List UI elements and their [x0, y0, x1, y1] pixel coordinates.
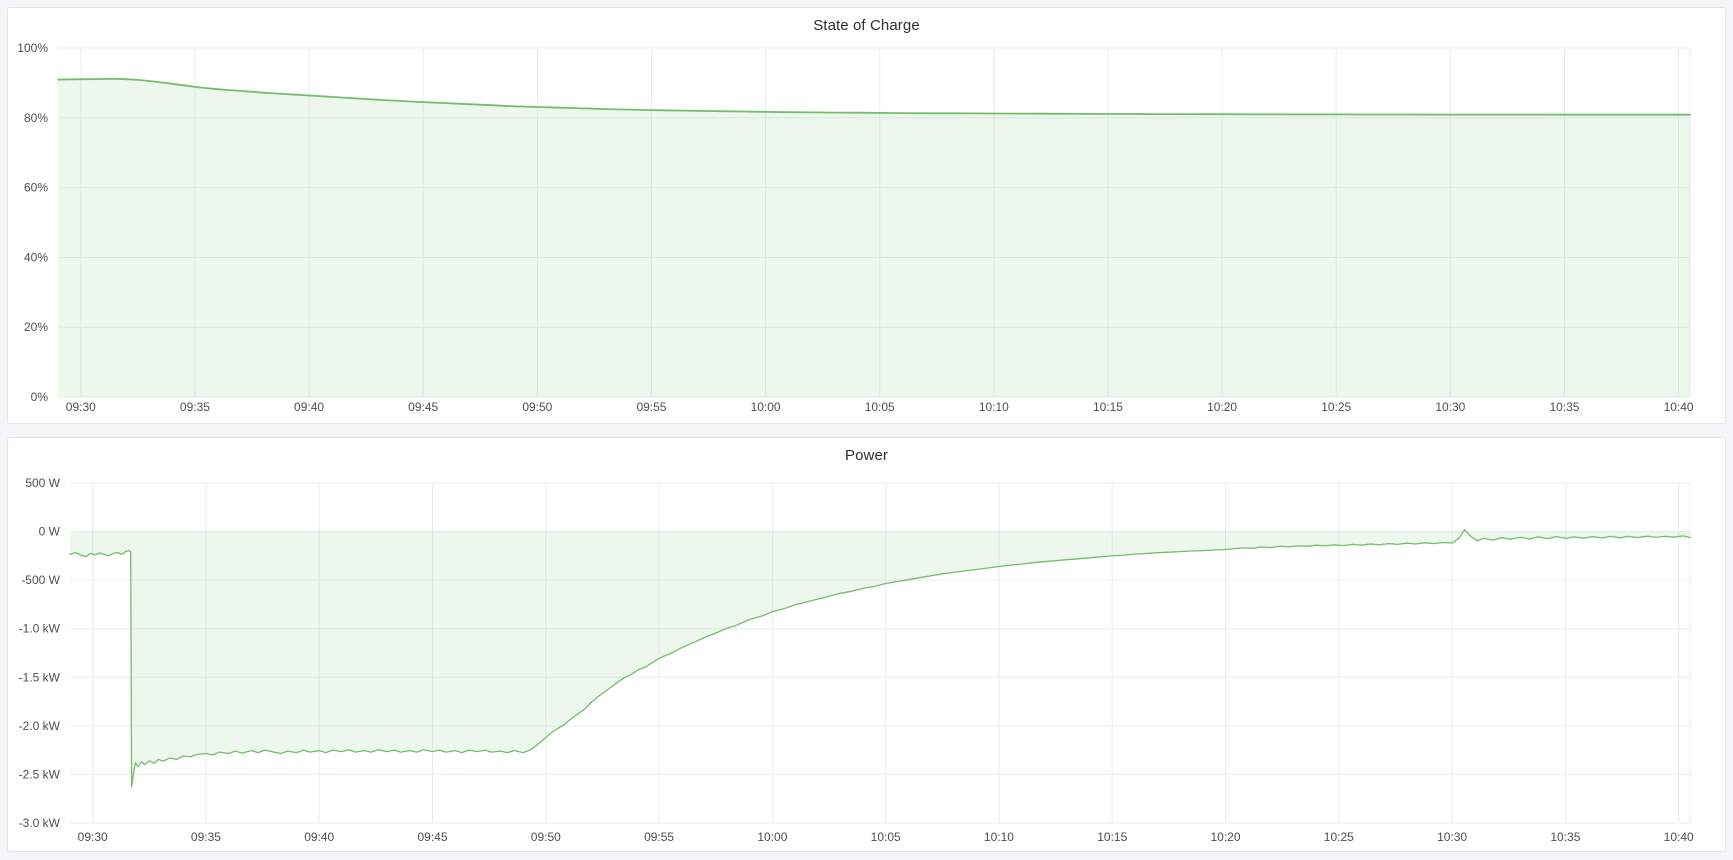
series-area-fill	[70, 530, 1690, 788]
y-axis-tick-label: -3.0 kW	[19, 816, 61, 830]
x-axis-tick-label: 09:40	[294, 400, 324, 414]
x-axis-tick-label: 10:40	[1664, 830, 1694, 844]
y-axis-tick-label: 20%	[24, 320, 48, 334]
y-axis-tick-label: 0 W	[39, 525, 61, 539]
y-axis-tick-label: -2.0 kW	[19, 719, 61, 733]
x-axis-tick-label: 09:55	[636, 400, 666, 414]
x-axis-tick-label: 09:35	[180, 400, 210, 414]
y-axis-tick-label: 0%	[31, 390, 49, 404]
y-axis-tick-label: -1.5 kW	[19, 670, 61, 684]
x-axis-tick-label: 09:40	[304, 830, 334, 844]
y-axis-tick-label: 100%	[17, 41, 48, 55]
x-axis-tick-label: 10:25	[1324, 830, 1354, 844]
soc-panel-title[interactable]: State of Charge	[8, 8, 1725, 38]
x-axis-tick-label: 10:05	[865, 400, 895, 414]
grafana-dashboard: { "page": { "background_color": "#f4f5f6…	[0, 0, 1733, 860]
y-axis-tick-label: -1.0 kW	[19, 622, 61, 636]
x-axis-tick-label: 09:30	[78, 830, 108, 844]
x-axis-tick-label: 10:35	[1549, 400, 1579, 414]
soc-chart[interactable]: 100% 80% 60% 40% 20% 0% 09:30 09:35 09:40 09:45 09…	[8, 38, 1725, 423]
x-axis-tick-label: 10:10	[984, 830, 1014, 844]
x-axis-tick-label: 10:30	[1437, 830, 1467, 844]
soc-panel: State of Charge 100% 80% 60% 40% 20% 0% 09:30 0…	[7, 7, 1726, 424]
x-axis-tick-label: 10:15	[1097, 830, 1127, 844]
y-axis-tick-label: 500 W	[25, 476, 60, 490]
y-axis-tick-label: 60%	[24, 181, 48, 195]
x-axis-tick-label: 09:50	[522, 400, 552, 414]
power-panel: Power 500 W 0 W -500 W -1.0 kW -1.5 kW -2.0 k…	[7, 437, 1726, 852]
x-axis-tick-label: 10:20	[1207, 400, 1237, 414]
y-axis-tick-label: -2.5 kW	[19, 767, 61, 781]
x-axis-tick-label: 09:50	[531, 830, 561, 844]
x-axis-tick-label: 10:00	[751, 400, 781, 414]
x-axis-tick-label: 10:35	[1550, 830, 1580, 844]
y-axis-tick-label: 40%	[24, 250, 48, 264]
x-axis-tick-label: 10:10	[979, 400, 1009, 414]
power-panel-title[interactable]: Power	[8, 438, 1725, 468]
x-axis-tick-label: 09:55	[644, 830, 674, 844]
y-axis-tick-label: 80%	[24, 111, 48, 125]
x-axis-tick-label: 10:15	[1093, 400, 1123, 414]
x-axis-tick-label: 10:40	[1664, 400, 1694, 414]
x-axis-tick-label: 10:05	[871, 830, 901, 844]
x-axis-tick-label: 10:20	[1211, 830, 1241, 844]
x-axis-tick-label: 09:45	[418, 830, 448, 844]
power-chart[interactable]: 500 W 0 W -500 W -1.0 kW -1.5 kW -2.0 kW -2.5 …	[8, 468, 1725, 851]
y-axis-tick-label: -500 W	[21, 573, 60, 587]
x-axis-tick-label: 09:45	[408, 400, 438, 414]
x-axis-tick-label: 10:25	[1321, 400, 1351, 414]
x-axis-tick-label: 09:30	[66, 400, 96, 414]
series-area-fill	[58, 79, 1690, 397]
x-axis-tick-label: 10:00	[757, 830, 787, 844]
x-axis-tick-label: 09:35	[191, 830, 221, 844]
x-axis-tick-label: 10:30	[1435, 400, 1465, 414]
